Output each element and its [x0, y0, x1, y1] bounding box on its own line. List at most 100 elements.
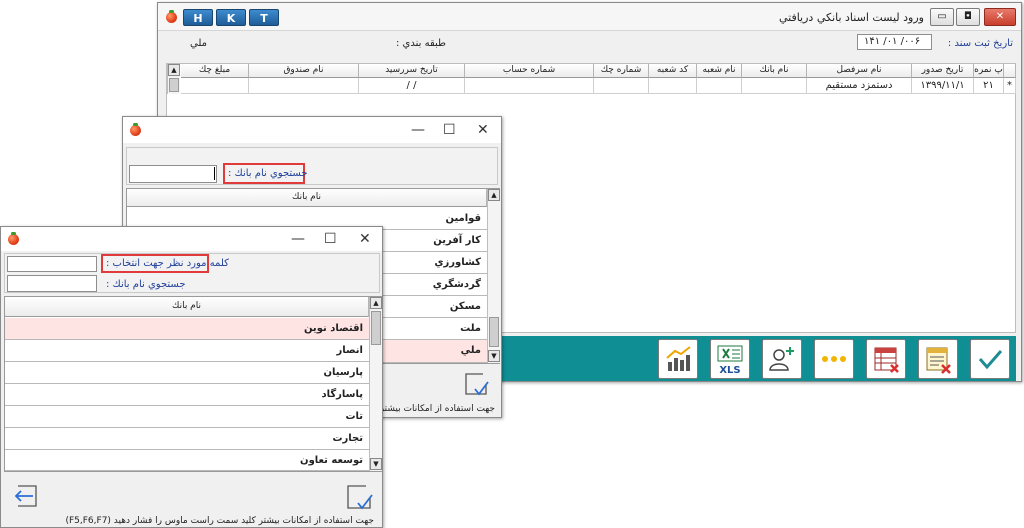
col-account-name[interactable]: نام سرفصل: [807, 64, 912, 78]
confirm-button[interactable]: [970, 339, 1010, 379]
cell-branch-code[interactable]: [649, 78, 697, 94]
dialog1-logo-icon: [130, 123, 141, 136]
dialog2-minimize-icon[interactable]: —: [291, 232, 305, 246]
list-item[interactable]: تجارت: [5, 428, 369, 450]
row-marker: *: [1004, 78, 1016, 94]
scroll-up-icon[interactable]: ▲: [488, 189, 500, 201]
scroll-thumb[interactable]: [371, 311, 381, 345]
col-branch-code[interactable]: كد شعبه: [649, 64, 697, 78]
dialog2-search-label: جستجوي نام بانك :: [106, 279, 186, 290]
list-item[interactable]: پارسيان: [5, 362, 369, 384]
dialog2-status-text: جهت استفاده از امكانات بيشتر كليد سمت را…: [65, 516, 374, 526]
chart-report-button[interactable]: [658, 339, 698, 379]
check-icon: [347, 485, 373, 510]
more-dots-icon: [822, 356, 846, 362]
delete-document-button[interactable]: [918, 339, 958, 379]
category-label: طبقه بندي :: [396, 38, 446, 49]
app-logo-icon: [166, 10, 177, 23]
cell-due-date[interactable]: / /: [359, 78, 465, 94]
check-icon: [465, 373, 489, 396]
bank-select-dialog: — ☐ ✕ كلمه مورد نظر جهت انتخاب : جستجوي …: [0, 226, 383, 528]
col-fund-name[interactable]: نام صندوق: [249, 64, 359, 78]
col-check-amount[interactable]: مبلغ چك: [181, 64, 249, 78]
svg-text:XLS: XLS: [719, 365, 740, 376]
chart-report-icon: [666, 346, 691, 371]
scroll-down-icon[interactable]: ▼: [488, 350, 500, 362]
xls-export-icon: XLS: [717, 345, 743, 376]
hotkey-h-button[interactable]: H: [183, 9, 213, 26]
dialog1-maximize-icon[interactable]: ☐: [443, 123, 456, 137]
dialog1-confirm-button[interactable]: [463, 371, 489, 397]
dialog1-scrollbar[interactable]: ▲ ▼: [487, 189, 500, 363]
col-account-number[interactable]: شماره حساب: [465, 64, 594, 78]
cell-fund-name[interactable]: [249, 78, 359, 94]
cell-bank-name[interactable]: [742, 78, 807, 94]
dialog2-bank-list: نام بانك اقتصاد نوين انصار پارسيان پاسار…: [4, 296, 382, 472]
hotkey-t-button[interactable]: T: [249, 9, 279, 26]
back-arrow-icon: [14, 485, 37, 507]
cell-account-name[interactable]: دستمزد مستقيم: [807, 78, 912, 94]
dialog1-search-label: جستجوي نام بانك :: [228, 168, 308, 179]
keyword-input[interactable]: [7, 256, 97, 272]
category-value: ملي: [190, 38, 208, 49]
scroll-up-icon[interactable]: ▲: [370, 297, 382, 309]
dialog2-search-input[interactable]: [7, 275, 97, 292]
date-input[interactable]: ١۴٠٠/ ٠١/ ١۶: [857, 34, 932, 50]
dialog1-minimize-icon[interactable]: —: [411, 123, 425, 137]
cell-check-amount[interactable]: [181, 78, 249, 94]
dialog2-scrollbar[interactable]: ▲ ▼: [369, 297, 382, 471]
row-marker-header: [1004, 64, 1016, 78]
col-row-number[interactable]: پ نمره: [974, 64, 1004, 78]
dialog2-col-bank-name[interactable]: نام بانك: [5, 297, 369, 317]
list-item[interactable]: پاسارگاد: [5, 384, 369, 406]
maximize-button[interactable]: ◘: [956, 8, 980, 26]
check-icon: [978, 350, 1003, 370]
dialog1-search-input[interactable]: [129, 165, 217, 183]
main-title: ورود ليست اسناد بانكي دريافتي: [778, 11, 924, 24]
col-issue-date[interactable]: تاريخ صدور: [912, 64, 974, 78]
list-item-selected[interactable]: اقتصاد نوين: [5, 318, 369, 340]
dialog2-logo-icon: [8, 232, 19, 245]
add-person-icon: [769, 347, 794, 371]
back-button[interactable]: [13, 483, 39, 509]
list-item[interactable]: توسعه تعاون: [5, 450, 369, 471]
excel-export-button[interactable]: XLS: [710, 339, 750, 379]
dialog2-confirm-button[interactable]: [345, 483, 373, 511]
date-value: ١۴٠٠/ ٠١/ ١۶: [864, 36, 921, 47]
keyword-label: كلمه مورد نظر جهت انتخاب :: [106, 258, 229, 269]
scroll-up-icon[interactable]: ▲: [168, 64, 180, 76]
scroll-down-icon[interactable]: ▼: [370, 458, 382, 470]
list-item[interactable]: تات: [5, 406, 369, 428]
close-button[interactable]: ✕: [984, 8, 1016, 26]
dialog2-close-icon[interactable]: ✕: [359, 232, 371, 246]
col-bank-name[interactable]: نام بانك: [742, 64, 807, 78]
delete-row-button[interactable]: [866, 339, 906, 379]
table-scrollbar[interactable]: ▲: [167, 64, 180, 94]
main-titlebar: H K T ورود ليست اسناد بانكي دريافتي ▭ ◘ …: [158, 3, 1021, 31]
cell-branch-name[interactable]: [697, 78, 742, 94]
cell-account-number[interactable]: [465, 78, 594, 94]
cell-check-number[interactable]: [594, 78, 649, 94]
dialog1-col-bank-name[interactable]: نام بانك: [127, 189, 487, 207]
date-label: تاريخ ثبت سند :: [947, 38, 1013, 49]
col-check-number[interactable]: شماره چك: [594, 64, 649, 78]
col-due-date[interactable]: تاريخ سررسيد: [359, 64, 465, 78]
minimize-button[interactable]: ▭: [930, 8, 954, 26]
scroll-thumb[interactable]: [169, 78, 179, 92]
table-delete-icon: [874, 347, 899, 373]
list-item[interactable]: انصار: [5, 340, 369, 362]
dialog1-status-text: جهت استفاده از امكانات بيشتر: [379, 404, 495, 414]
add-person-button[interactable]: [762, 339, 802, 379]
cell-row-number[interactable]: ٢١: [974, 78, 1004, 94]
cell-issue-date[interactable]: ١٣٩٩/١١/١: [912, 78, 974, 94]
dialog1-close-icon[interactable]: ✕: [477, 123, 489, 137]
dialog1-titlebar: — ☐ ✕: [123, 117, 501, 143]
dialog2-titlebar: — ☐ ✕: [1, 227, 382, 251]
document-delete-icon: [926, 347, 951, 374]
scroll-thumb[interactable]: [489, 317, 499, 347]
more-options-button[interactable]: [814, 339, 854, 379]
dialog2-maximize-icon[interactable]: ☐: [324, 232, 337, 246]
col-branch-name[interactable]: نام شعبه: [697, 64, 742, 78]
dialog1-caret: [214, 167, 215, 180]
hotkey-k-button[interactable]: K: [216, 9, 246, 26]
